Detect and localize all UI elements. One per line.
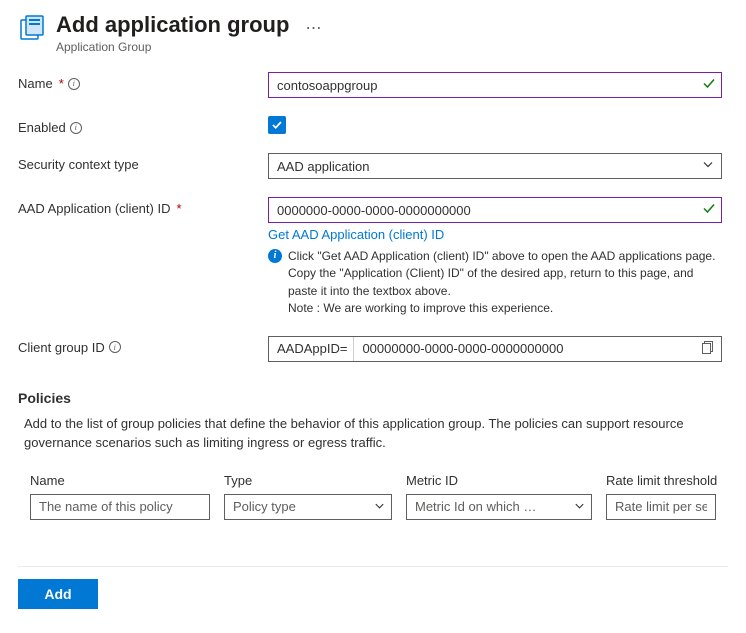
info-icon[interactable]: i <box>109 341 121 353</box>
name-input[interactable] <box>268 72 722 98</box>
info-icon[interactable]: i <box>70 122 82 134</box>
required-indicator: * <box>176 201 181 216</box>
chevron-down-icon <box>574 499 585 514</box>
policy-col-name: Name <box>30 473 210 488</box>
valid-checkmark-icon <box>702 77 716 94</box>
policies-section-title: Policies <box>18 390 728 406</box>
aad-app-id-input[interactable] <box>268 197 722 223</box>
policy-metric-placeholder: Metric Id on which … <box>415 499 536 514</box>
aad-help-text-2: Note : We are working to improve this ex… <box>288 300 722 317</box>
policy-name-input[interactable] <box>30 494 210 520</box>
chevron-down-icon <box>374 499 385 514</box>
security-context-label: Security context type <box>18 157 139 172</box>
valid-checkmark-icon <box>702 202 716 219</box>
required-indicator: * <box>59 76 64 91</box>
security-context-select[interactable]: AAD application <box>268 153 722 179</box>
page-header: Add application group Application Group … <box>18 12 728 54</box>
copy-icon[interactable] <box>702 341 715 357</box>
policy-col-type: Type <box>224 473 392 488</box>
policy-type-placeholder: Policy type <box>233 499 296 514</box>
aad-app-id-label: AAD Application (client) ID <box>18 201 170 216</box>
policy-type-select[interactable]: Policy type <box>224 494 392 520</box>
add-button[interactable]: Add <box>18 579 98 609</box>
policy-col-metric: Metric ID <box>406 473 592 488</box>
client-group-id-field: AADAppID= 00000000-0000-0000-0000000000 <box>268 336 722 362</box>
enabled-checkbox[interactable] <box>268 116 286 134</box>
application-group-icon <box>18 14 46 42</box>
page-title: Add application group <box>56 12 289 38</box>
get-aad-app-id-link[interactable]: Get AAD Application (client) ID <box>268 227 444 242</box>
policies-input-row: Policy type Metric Id on which … <box>18 494 728 520</box>
enabled-label: Enabled <box>18 120 66 135</box>
client-group-id-label: Client group ID <box>18 340 105 355</box>
more-actions-button[interactable]: ⋯ <box>305 18 321 38</box>
policy-col-threshold: Rate limit threshold <box>606 473 728 488</box>
policies-description: Add to the list of group policies that d… <box>18 414 728 453</box>
name-label: Name <box>18 76 53 91</box>
info-filled-icon: i <box>268 249 282 263</box>
aad-help-text-1: Click "Get AAD Application (client) ID" … <box>288 248 722 300</box>
client-group-id-value: 00000000-0000-0000-0000000000 <box>354 341 571 356</box>
client-group-id-prefix: AADAppID= <box>269 337 354 361</box>
page-subtitle: Application Group <box>56 40 289 54</box>
policy-metric-select[interactable]: Metric Id on which … <box>406 494 592 520</box>
policies-table-header: Name Type Metric ID Rate limit threshold <box>18 473 728 488</box>
policy-threshold-input[interactable] <box>606 494 716 520</box>
info-icon[interactable]: i <box>68 78 80 90</box>
security-context-value: AAD application <box>277 159 370 174</box>
